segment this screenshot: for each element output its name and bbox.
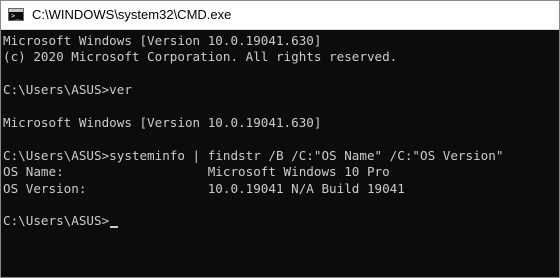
cmd-window: >_ C:\WINDOWS\system32\CMD.exe Microsoft…	[0, 0, 560, 278]
window-title: C:\WINDOWS\system32\CMD.exe	[32, 7, 232, 22]
prompt-text: C:\Users\ASUS>	[3, 213, 110, 229]
console-line: Microsoft Windows [Version 10.0.19041.63…	[3, 114, 322, 130]
console-output[interactable]: Microsoft Windows [Version 10.0.19041.63…	[1, 30, 559, 277]
console-line: C:\Users\ASUS>systeminfo | findstr /B /C…	[3, 147, 504, 163]
console-line: OS Version: 10.0.19041 N/A Build 19041	[3, 180, 405, 196]
prompt-line[interactable]: C:\Users\ASUS>	[3, 213, 559, 229]
console-line: C:\Users\ASUS>ver	[3, 82, 132, 98]
title-bar[interactable]: >_ C:\WINDOWS\system32\CMD.exe	[1, 1, 559, 30]
text-cursor	[110, 226, 119, 229]
command-prompt-icon[interactable]: >_	[8, 8, 24, 21]
console-line: Microsoft Windows [Version 10.0.19041.63…	[3, 33, 322, 48]
console-line: (c) 2020 Microsoft Corporation. All righ…	[3, 49, 398, 65]
console-line: OS Name: Microsoft Windows 10 Pro	[3, 164, 390, 180]
